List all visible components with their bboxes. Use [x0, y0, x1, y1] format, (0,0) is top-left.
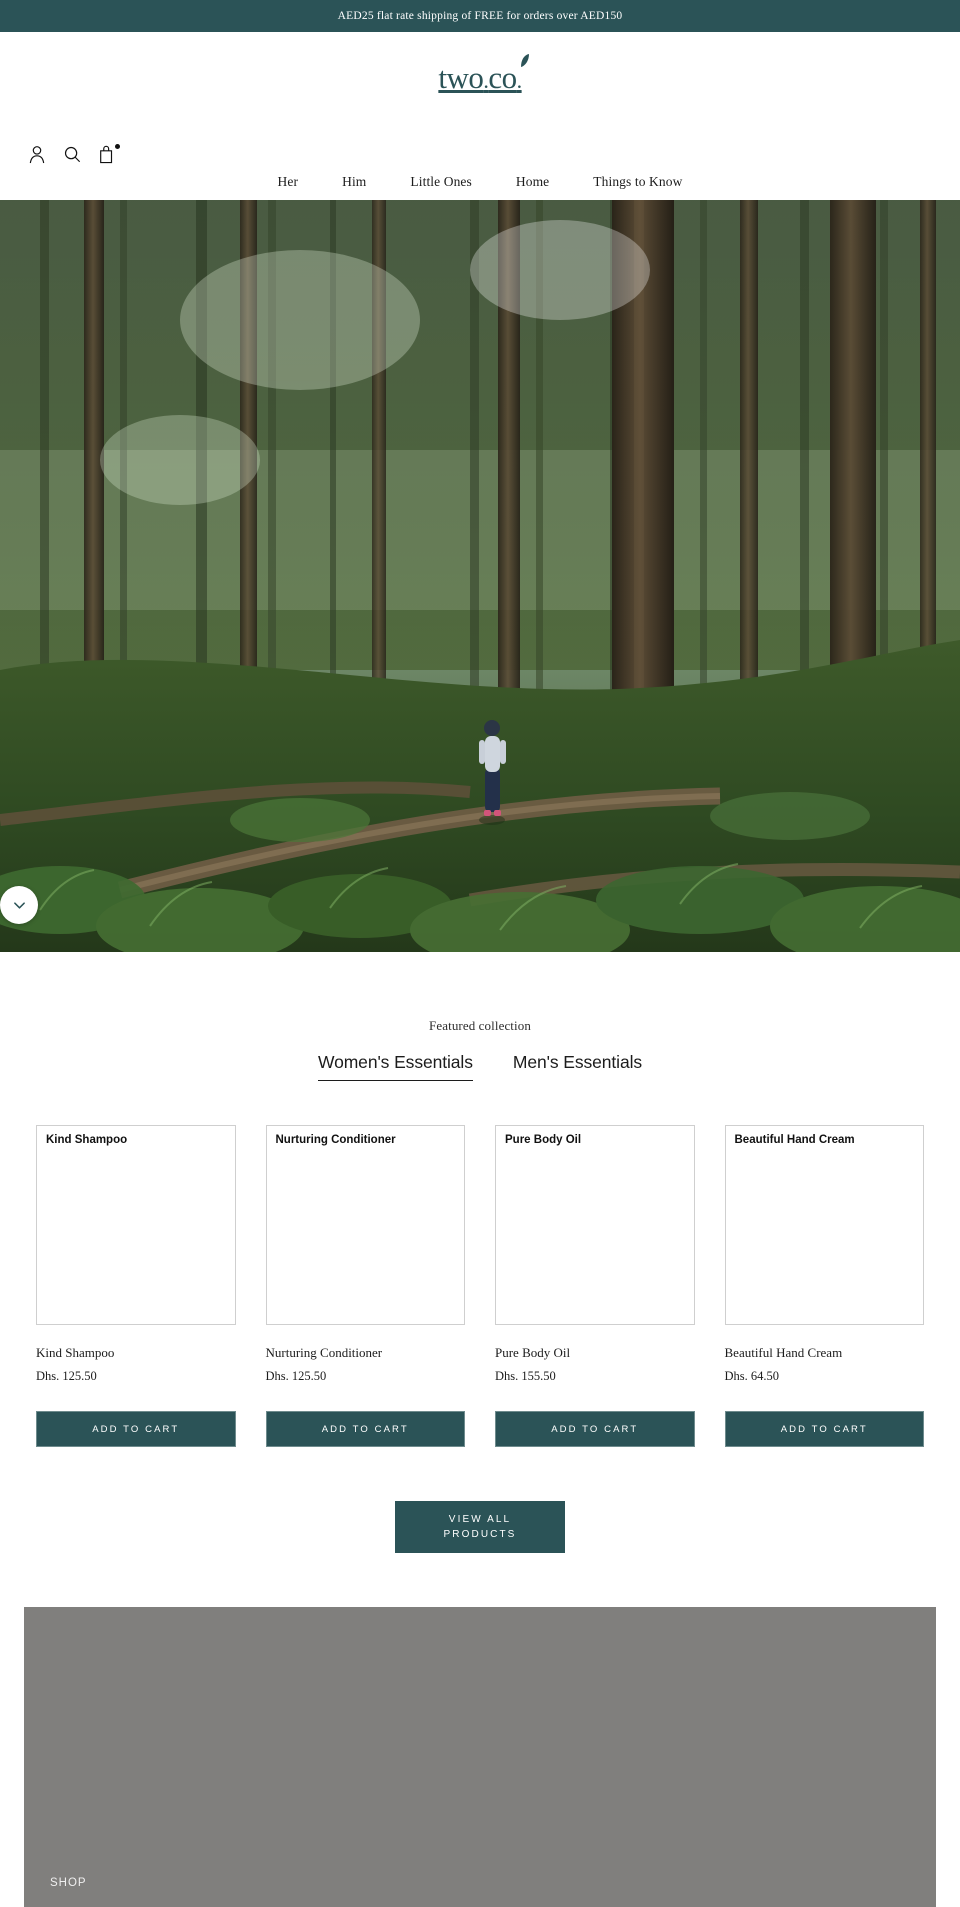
site-header: two.co. Her Him Little Ones Home Things …: [0, 32, 960, 200]
nav-item-little-ones[interactable]: Little Ones: [388, 174, 493, 190]
view-all-products-button[interactable]: VIEW ALL PRODUCTS: [395, 1501, 565, 1553]
cart-count-badge: [115, 144, 120, 149]
product-grid: Kind Shampoo Kind Shampoo Dhs. 125.50 AD…: [0, 1125, 960, 1447]
product-image[interactable]: Pure Body Oil: [495, 1125, 695, 1325]
chevron-down-icon: [13, 901, 25, 909]
tab-mens-essentials[interactable]: Men's Essentials: [513, 1052, 642, 1081]
leaf-icon: [520, 54, 529, 67]
announcement-bar: AED25 flat rate shipping of FREE for ord…: [0, 0, 960, 32]
product-price: Dhs. 125.50: [36, 1369, 97, 1383]
nav-item-home[interactable]: Home: [494, 174, 571, 190]
featured-collection-section: Featured collection Women's Essentials M…: [0, 952, 960, 1553]
view-all-line-2: PRODUCTS: [443, 1529, 517, 1540]
add-to-cart-button[interactable]: ADD TO CART: [495, 1411, 695, 1447]
product-title[interactable]: Kind Shampoo: [36, 1345, 236, 1361]
product-price: Dhs. 64.50: [724, 1369, 780, 1383]
add-to-cart-button[interactable]: ADD TO CART: [265, 1411, 465, 1447]
view-all-line-1: VIEW ALL: [448, 1514, 512, 1525]
product-card: Pure Body Oil Pure Body Oil Dhs. 155.50 …: [495, 1125, 695, 1447]
logo-text-two: two: [438, 60, 484, 95]
logo-text-co: co: [488, 60, 517, 95]
hero-banner: [0, 200, 960, 952]
product-price: Dhs. 155.50: [495, 1369, 556, 1383]
account-icon[interactable]: [28, 144, 46, 164]
logo-wrapper: two.co.: [0, 32, 960, 93]
product-image[interactable]: Beautiful Hand Cream: [724, 1125, 924, 1325]
product-title[interactable]: Nurturing Conditioner: [266, 1345, 466, 1361]
cart-icon[interactable]: [98, 144, 120, 164]
nav-item-her[interactable]: Her: [256, 174, 321, 190]
shop-promo-label: SHOP: [50, 1877, 87, 1889]
add-to-cart-button[interactable]: ADD TO CART: [36, 1411, 236, 1447]
tab-womens-essentials[interactable]: Women's Essentials: [317, 1052, 473, 1081]
product-image[interactable]: Kind Shampoo: [36, 1125, 236, 1325]
shop-promo-block[interactable]: SHOP: [24, 1607, 936, 1907]
nav-item-him[interactable]: Him: [320, 174, 388, 190]
hero-image: [0, 200, 960, 952]
product-card: Nurturing Conditioner Nurturing Conditio…: [265, 1125, 466, 1447]
product-card: Kind Shampoo Kind Shampoo Dhs. 125.50 AD…: [36, 1125, 236, 1447]
search-icon[interactable]: [63, 144, 81, 164]
announcement-text: AED25 flat rate shipping of FREE for ord…: [337, 10, 623, 22]
header-utility-icons: [28, 144, 120, 164]
product-price: Dhs. 125.50: [265, 1369, 327, 1383]
scroll-down-button[interactable]: [0, 886, 38, 924]
logo-end-dot: .: [516, 68, 523, 93]
product-image[interactable]: Nurturing Conditioner: [265, 1125, 465, 1325]
add-to-cart-button[interactable]: ADD TO CART: [724, 1411, 924, 1447]
product-title[interactable]: Pure Body Oil: [495, 1345, 695, 1361]
nav-item-things-to-know[interactable]: Things to Know: [571, 174, 704, 190]
featured-collection-eyebrow: Featured collection: [429, 1018, 531, 1033]
product-title[interactable]: Beautiful Hand Cream: [725, 1345, 925, 1361]
main-navigation: Her Him Little Ones Home Things to Know: [0, 174, 960, 190]
site-logo[interactable]: two.co.: [438, 54, 529, 95]
collection-tabs: Women's Essentials Men's Essentials: [0, 1052, 960, 1081]
product-card: Beautiful Hand Cream Beautiful Hand Crea…: [724, 1125, 925, 1447]
view-all-wrapper: VIEW ALL PRODUCTS: [0, 1501, 960, 1553]
